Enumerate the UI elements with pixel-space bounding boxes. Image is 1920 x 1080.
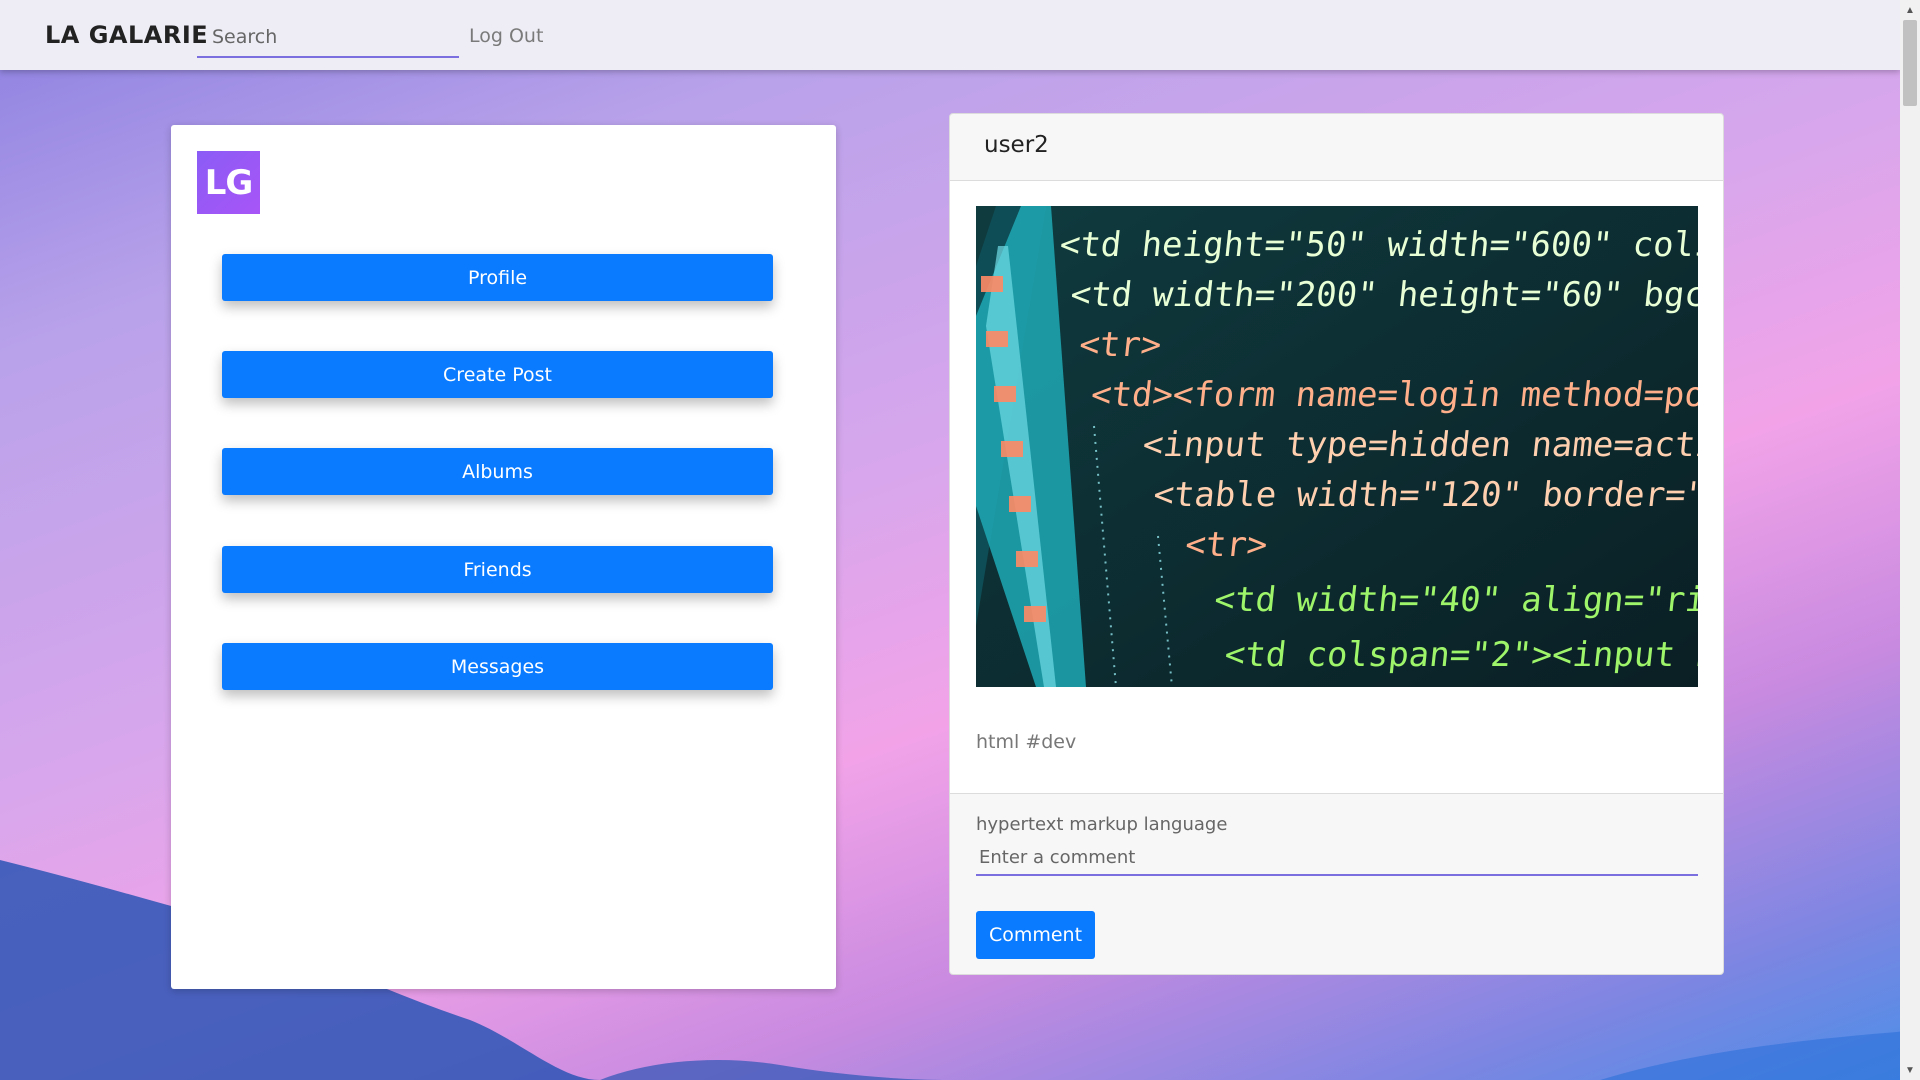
code-line-6: <table width="120" border="0" align=" — [1152, 475, 1698, 515]
sidebar-card: LG Profile Create Post Albums Friends Me… — [171, 125, 836, 989]
brand-title[interactable]: LA GALARIE — [45, 21, 208, 49]
code-line-8: <td width="40" align="right">emai — [1212, 580, 1698, 620]
code-line-9: <td colspan="2"><input name="l — [1223, 635, 1698, 675]
page-scrollbar[interactable]: ▲ ▼ — [1900, 0, 1920, 1080]
messages-button[interactable]: Messages — [222, 643, 773, 690]
post-image[interactable]: <td height="50" width="600" colspan="2">… — [976, 206, 1698, 687]
post-caption: html #dev — [976, 731, 1077, 753]
logout-link[interactable]: Log Out — [469, 25, 543, 47]
scrollbar-thumb[interactable] — [1903, 20, 1917, 106]
comment-input[interactable] — [976, 840, 1698, 876]
code-line-1: <td height="50" width="600" colspan="2">… — [1058, 225, 1698, 265]
code-line-4: <td><form name=login method=post actio — [1089, 375, 1698, 415]
albums-button[interactable]: Albums — [222, 448, 773, 495]
profile-button[interactable]: Profile — [222, 254, 773, 301]
search-input[interactable] — [197, 18, 459, 58]
comment-button[interactable]: Comment — [976, 911, 1095, 959]
comment-text: hypertext markup language — [976, 814, 1228, 835]
lg-logo: LG — [197, 151, 260, 214]
post-body: <td height="50" width="600" colspan="2">… — [950, 181, 1723, 794]
code-line-3: <tr> — [1077, 325, 1163, 365]
scroll-down-arrow-icon[interactable]: ▼ — [1900, 1062, 1920, 1078]
friends-button[interactable]: Friends — [222, 546, 773, 593]
post-username[interactable]: user2 — [984, 132, 1049, 158]
code-line-7: <tr> — [1183, 525, 1269, 565]
code-line-5: <input type=hidden name=action value — [1141, 425, 1698, 465]
post-header: user2 — [950, 114, 1723, 181]
code-screenshot-image: <td height="50" width="600" colspan="2">… — [976, 206, 1698, 687]
create-post-button[interactable]: Create Post — [222, 351, 773, 398]
scroll-up-arrow-icon[interactable]: ▲ — [1900, 2, 1920, 18]
top-navbar: LA GALARIE Log Out — [0, 0, 1900, 70]
code-line-2: <td width="200" height="60" bgcolor="blu… — [1069, 275, 1698, 315]
post-card: user2 <td height="50" width="600" colspa… — [949, 113, 1724, 975]
